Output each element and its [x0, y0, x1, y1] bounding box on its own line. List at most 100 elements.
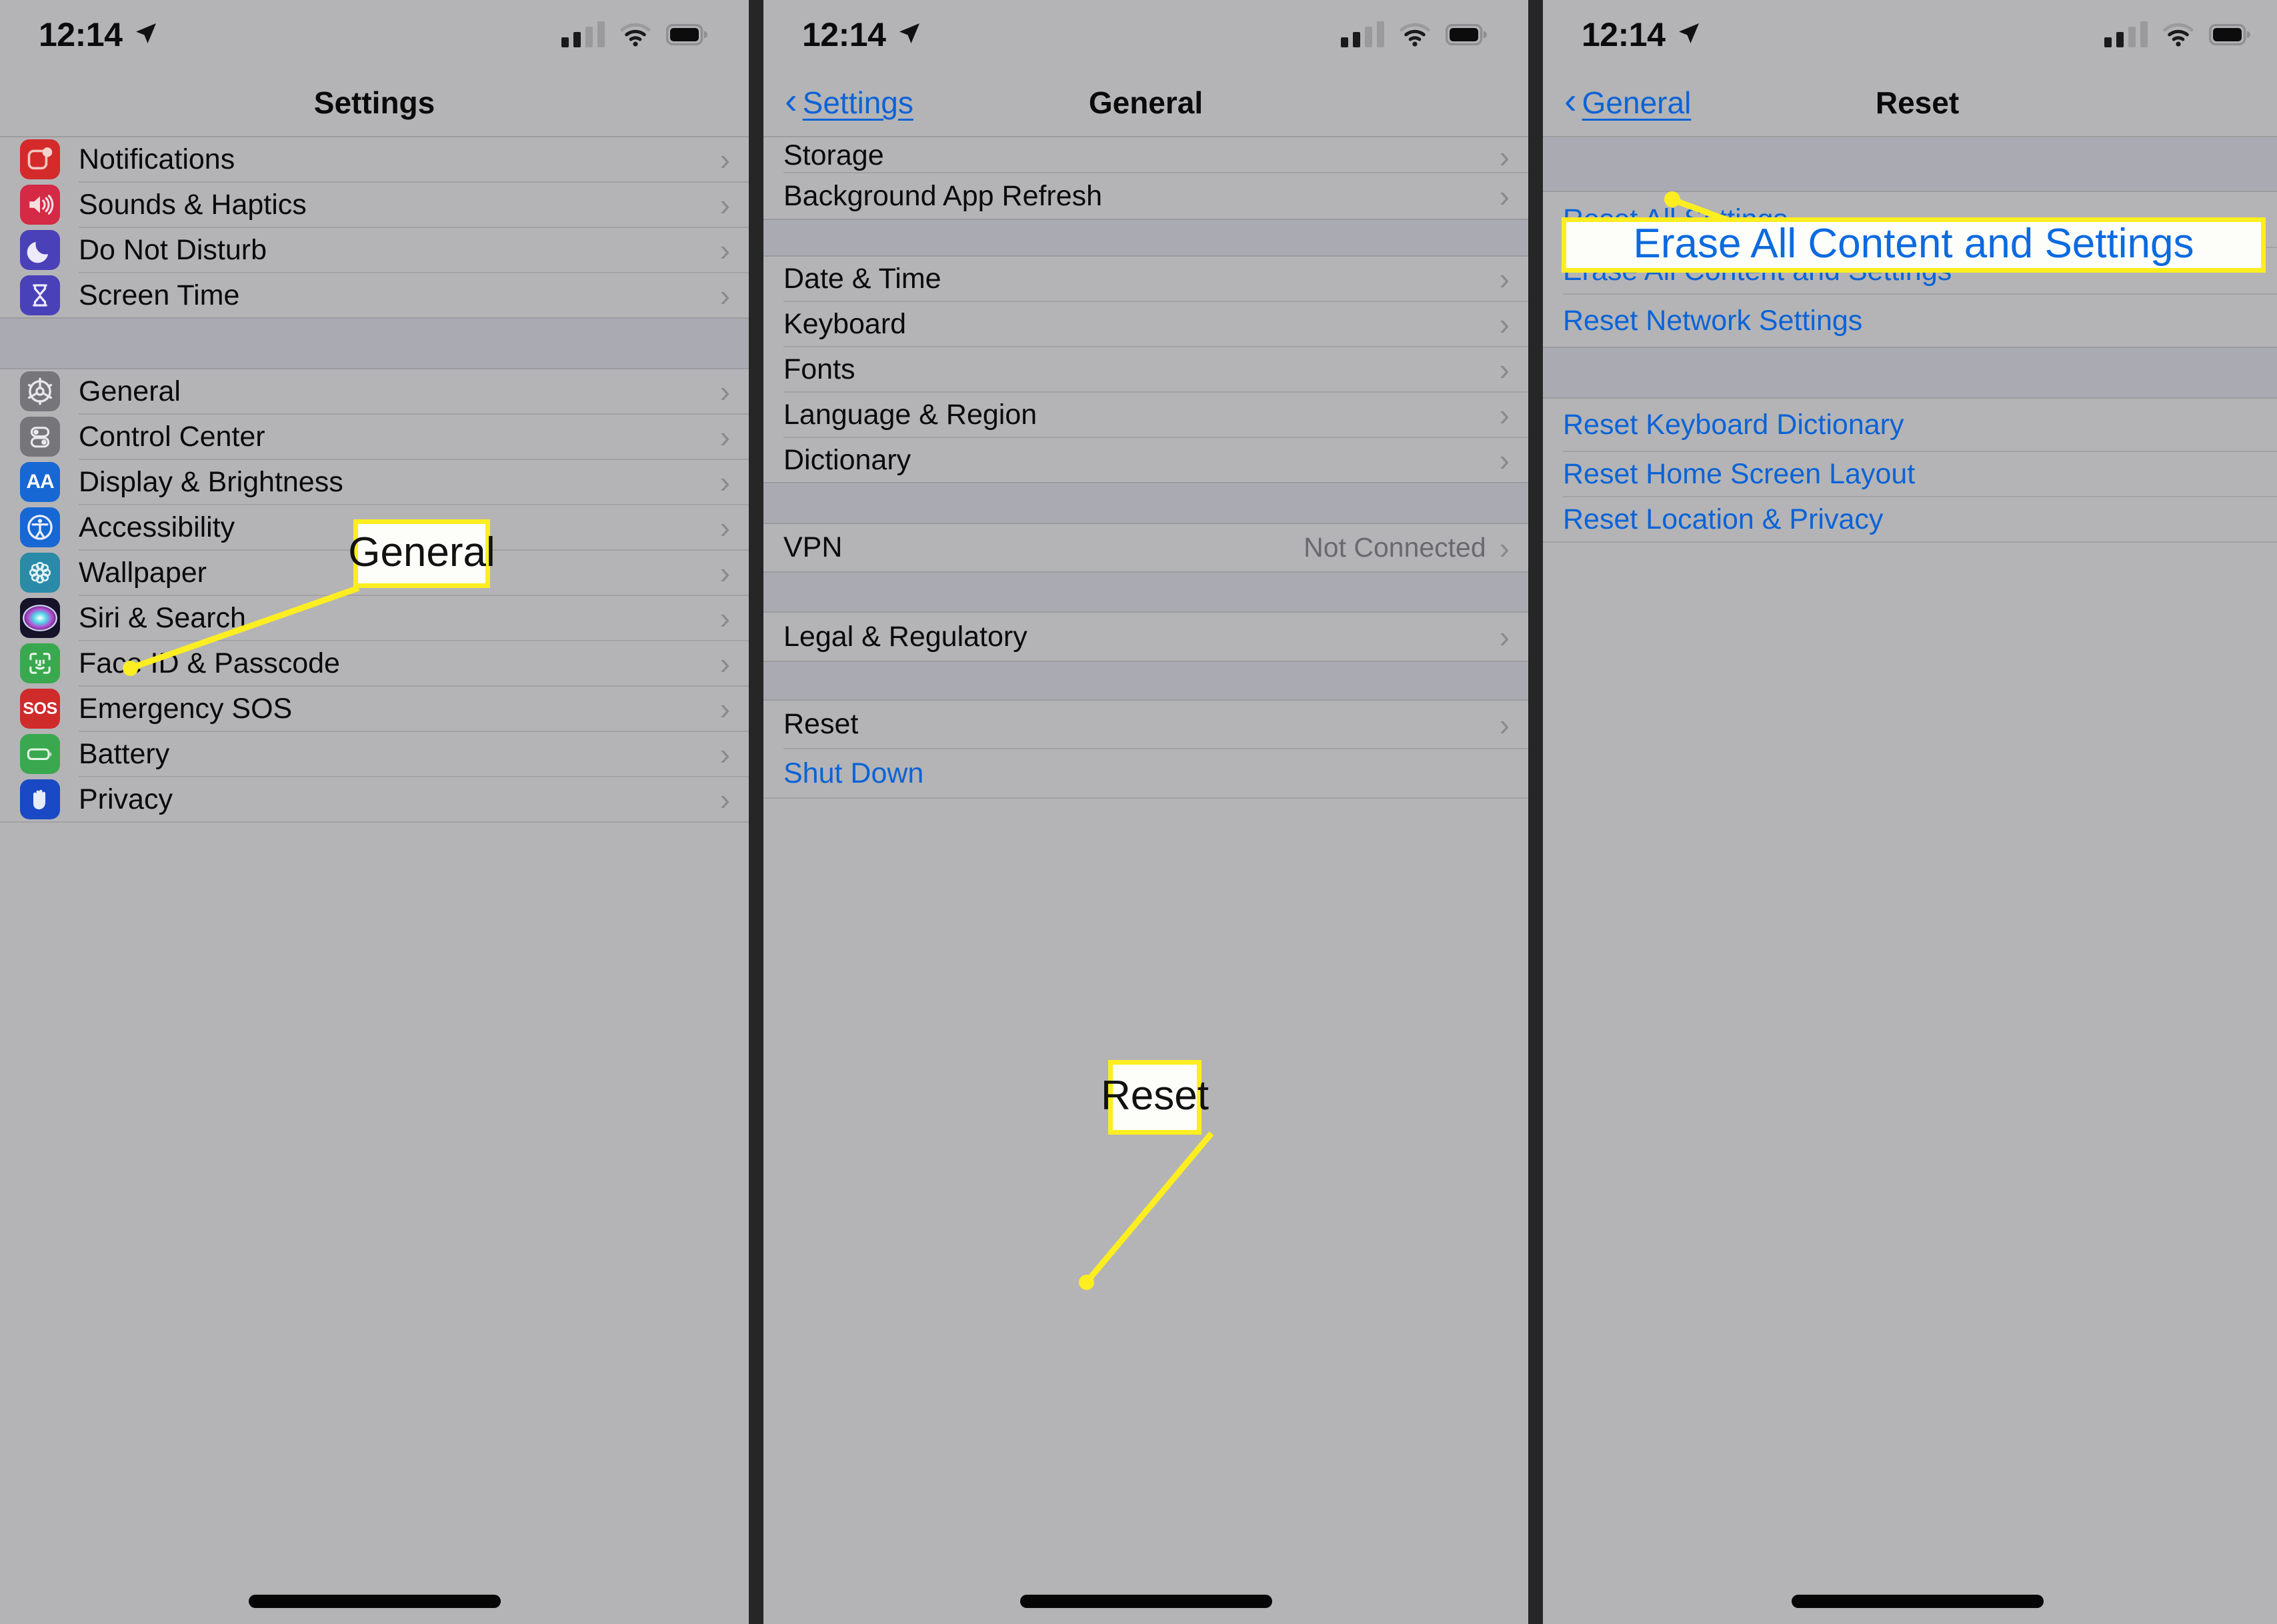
chevron-right-icon: ›: [719, 233, 730, 267]
list-item-vpn[interactable]: VPN Not Connected ›: [763, 524, 1528, 571]
sidebar-item-battery[interactable]: Battery ›: [0, 732, 749, 776]
list-item-label: Language & Region: [783, 398, 1037, 431]
sidebar-item-siri-search[interactable]: Siri & Search ›: [0, 596, 749, 640]
nav-bar-panel3: ‹ General Reset: [1543, 69, 2277, 136]
list-item-label: Dictionary: [783, 443, 911, 476]
settings-group-1: Notifications › Sounds & Haptics › Do No…: [0, 136, 749, 317]
wifi-icon: [2163, 23, 2194, 47]
sidebar-item-label: Face ID & Passcode: [79, 647, 340, 679]
settings-group-2: General › Control Center › AA Display & …: [0, 369, 749, 823]
sidebar-item-face-id-passcode[interactable]: Face ID & Passcode ›: [0, 641, 749, 685]
status-bar-panel1: 12:14: [0, 0, 749, 69]
notifications-icon: [20, 139, 60, 179]
home-indicator: [248, 1595, 501, 1608]
sidebar-item-screen-time[interactable]: Screen Time ›: [0, 273, 749, 317]
cellular-signal-icon: [561, 21, 605, 47]
row-divider: [763, 797, 1528, 799]
list-item-label: Reset Location & Privacy: [1563, 503, 1884, 535]
group-gap: [1543, 347, 2277, 399]
chevron-right-icon: ›: [719, 278, 730, 313]
list-item-shut-down[interactable]: Shut Down: [763, 749, 1528, 797]
list-item-date-time[interactable]: Date & Time ›: [763, 257, 1528, 301]
list-item-reset-keyboard-dictionary[interactable]: Reset Keyboard Dictionary: [1543, 399, 2277, 451]
list-item-language-region[interactable]: Language & Region ›: [763, 393, 1528, 437]
chevron-left-icon: ‹: [1564, 79, 1577, 121]
battery-icon: [1446, 24, 1487, 45]
callout-anchor-dot-general: [123, 661, 138, 676]
sidebar-item-emergency-sos[interactable]: SOS Emergency SOS ›: [0, 687, 749, 731]
sidebar-item-privacy[interactable]: Privacy ›: [0, 777, 749, 821]
location-arrow-icon: [1676, 20, 1702, 50]
list-item-reset[interactable]: Reset ›: [763, 701, 1528, 748]
list-item-reset-network-settings[interactable]: Reset Network Settings: [1543, 295, 2277, 347]
row-divider: [0, 821, 749, 823]
chevron-right-icon: ›: [719, 737, 730, 771]
sidebar-item-do-not-disturb[interactable]: Do Not Disturb ›: [0, 228, 749, 272]
chevron-right-icon: ›: [1499, 139, 1510, 174]
panel-settings: 12:14 Settings Notifications › Sounds & …: [0, 0, 749, 1624]
nav-bar-panel2: ‹ Settings General: [763, 69, 1528, 136]
general-group-2: Date & Time › Keyboard › Fonts › Languag…: [763, 257, 1528, 482]
chevron-right-icon: ›: [1499, 261, 1510, 296]
general-group-4: Legal & Regulatory ›: [763, 613, 1528, 661]
group-gap: [763, 571, 1528, 613]
list-item-storage[interactable]: Storage ›: [763, 137, 1528, 172]
sidebar-item-label: Emergency SOS: [79, 692, 293, 725]
location-arrow-icon: [133, 20, 159, 50]
sidebar-item-label: Notifications: [79, 143, 235, 175]
chevron-right-icon: ›: [1499, 179, 1510, 213]
list-item-legal-regulatory[interactable]: Legal & Regulatory ›: [763, 613, 1528, 661]
chevron-right-icon: ›: [719, 510, 730, 545]
list-item-label: VPN: [783, 531, 843, 563]
sidebar-item-label: Sounds & Haptics: [79, 188, 307, 221]
list-item-label: Reset: [783, 708, 859, 740]
home-indicator: [1791, 1595, 2044, 1608]
panel-reset: 12:14 ‹ General Reset Reset Network Sett…: [1543, 0, 2277, 1624]
sidebar-item-sounds-haptics[interactable]: Sounds & Haptics ›: [0, 183, 749, 227]
wifi-icon: [1400, 23, 1430, 47]
siri-search-icon: [20, 598, 60, 638]
sidebar-item-label: Battery: [79, 737, 170, 770]
control-center-icon: [20, 417, 60, 457]
group-gap: [1543, 136, 2277, 192]
status-bar-indicators: [1341, 21, 1487, 47]
chevron-left-icon: ‹: [785, 79, 797, 121]
sidebar-item-display-brightness[interactable]: AA Display & Brightness ›: [0, 460, 749, 504]
group-gap: [763, 219, 1528, 257]
list-item-keyboard[interactable]: Keyboard ›: [763, 302, 1528, 346]
sidebar-item-general[interactable]: General ›: [0, 369, 749, 413]
list-item-label: Keyboard: [783, 307, 907, 340]
list-item-fonts[interactable]: Fonts ›: [763, 347, 1528, 391]
list-item-reset-home-screen-layout[interactable]: Reset Home Screen Layout: [1543, 452, 2277, 496]
list-item-reset-location-privacy[interactable]: Reset Location & Privacy: [1543, 497, 2277, 541]
callout-erase-all-content-and-settings: Erase All Content and Settings: [1562, 217, 2266, 273]
panel-divider-2: [1528, 0, 1543, 1624]
cellular-signal-icon: [1341, 21, 1384, 47]
list-item-label: Date & Time: [783, 262, 941, 295]
battery-icon: [2209, 24, 2250, 45]
back-button-settings[interactable]: ‹ Settings: [785, 79, 913, 121]
list-item-label: Legal & Regulatory: [783, 620, 1027, 653]
status-bar-time: 12:14: [1582, 16, 1666, 53]
chevron-right-icon: ›: [719, 465, 730, 499]
sidebar-item-label: Accessibility: [79, 511, 235, 543]
sidebar-item-control-center[interactable]: Control Center ›: [0, 415, 749, 459]
group-gap: [0, 317, 749, 369]
vpn-status-value: Not Connected: [1304, 532, 1486, 563]
nav-bar-panel1: Settings: [0, 69, 749, 136]
list-item-background-app-refresh[interactable]: Background App Refresh ›: [763, 173, 1528, 219]
list-item-dictionary[interactable]: Dictionary ›: [763, 438, 1528, 482]
page-title: Settings: [313, 85, 435, 120]
general-gear-icon: [20, 371, 60, 411]
cellular-signal-icon: [2104, 21, 2148, 47]
panel-general: 12:14 ‹ Settings General Storage › Backg…: [763, 0, 1528, 1624]
status-bar-time: 12:14: [802, 16, 886, 53]
sidebar-item-label: Do Not Disturb: [79, 233, 267, 266]
chevron-right-icon: ›: [719, 646, 730, 681]
accessibility-icon: [20, 507, 60, 547]
list-item-label: Shut Down: [783, 757, 924, 789]
back-button-general[interactable]: ‹ General: [1564, 79, 1691, 121]
display-brightness-icon: AA: [20, 462, 60, 502]
sidebar-item-notifications[interactable]: Notifications ›: [0, 137, 749, 181]
status-bar-panel2: 12:14: [763, 0, 1528, 69]
